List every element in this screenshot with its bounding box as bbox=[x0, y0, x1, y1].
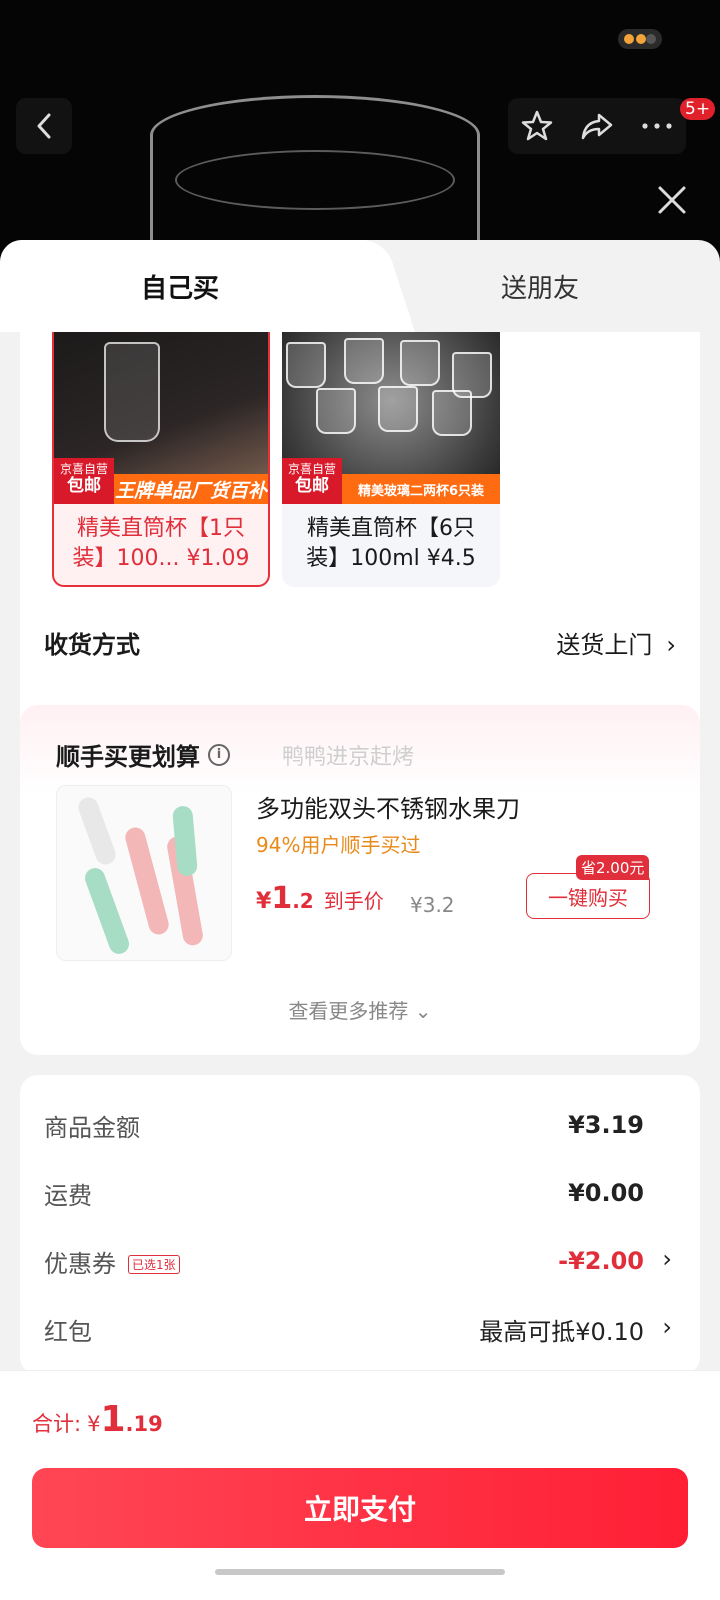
star-icon bbox=[522, 110, 553, 141]
coupon-row[interactable]: 优惠券 已选1张 -¥2.00 bbox=[44, 1241, 644, 1281]
variant-option-1[interactable]: 京喜自营 包邮 王牌单品厂货百补 精美直筒杯【1只装】100... ¥1.09 bbox=[52, 332, 270, 587]
buy-mode-tabs: 送朋友 自己买 bbox=[0, 240, 720, 332]
variant-option-2[interactable]: 京喜自营 包邮 精美玻璃二两杯6只装 精美直筒杯【6只装】100ml ¥4.5 bbox=[282, 332, 500, 587]
variant-title: 精美直筒杯【1只装】100... ¥1.09 bbox=[72, 516, 250, 571]
favorite-button[interactable] bbox=[520, 109, 554, 143]
addon-price: ¥1.2 到手价 bbox=[256, 881, 384, 916]
see-more-label: 查看更多推荐 bbox=[288, 999, 409, 1023]
tab-self-buy-label: 自己买 bbox=[140, 273, 219, 304]
shipping-value: ¥0.00 bbox=[568, 1179, 644, 1207]
back-button[interactable] bbox=[16, 98, 72, 154]
back-icon bbox=[37, 113, 51, 139]
addon-product-image[interactable] bbox=[56, 785, 232, 961]
coupon-label: 优惠券 bbox=[44, 1249, 116, 1278]
delivery-value-group: 送货上门 › bbox=[556, 625, 676, 660]
goods-amount-value: ¥3.19 bbox=[568, 1111, 644, 1139]
tab-gift-friend[interactable]: 送朋友 bbox=[360, 240, 720, 332]
delivery-value: 送货上门 bbox=[556, 630, 653, 659]
coupon-value: -¥2.00 bbox=[558, 1247, 644, 1275]
shipping-label: 运费 bbox=[44, 1181, 92, 1210]
status-indicator-icon bbox=[618, 29, 662, 49]
addon-title: 顺手买更划算 bbox=[56, 743, 200, 771]
glass-rim bbox=[175, 150, 455, 210]
save-badge: 省2.00元 bbox=[576, 855, 650, 880]
addon-card: 顺手买更划算 i 鸭鸭进京赶烤 多功能双头不锈钢水果刀 94%用户顺手买过 ¥1… bbox=[20, 705, 700, 1055]
variant-title: 精美直筒杯【6只装】100ml ¥4.5 bbox=[306, 516, 476, 571]
top-actions bbox=[508, 98, 686, 154]
close-icon[interactable] bbox=[655, 183, 689, 217]
promo-strip: 精美玻璃二两杯6只装 bbox=[342, 474, 500, 504]
variant-image: 京喜自营 包邮 精美玻璃二两杯6只装 bbox=[282, 332, 500, 504]
jd-tag: 京喜自营 包邮 bbox=[54, 458, 114, 504]
variant-image: 京喜自营 包邮 王牌单品厂货百补 bbox=[54, 332, 268, 504]
red-packet-row[interactable]: 红包 最高可抵¥0.10 bbox=[44, 1309, 644, 1349]
watermark: 鸭鸭进京赶烤 bbox=[282, 745, 415, 770]
chevron-right-icon: › bbox=[662, 1245, 672, 1273]
see-more-button[interactable]: 查看更多推荐 ⌄ bbox=[20, 995, 700, 1024]
delivery-label: 收货方式 bbox=[44, 630, 140, 659]
info-icon[interactable]: i bbox=[208, 743, 230, 766]
jd-tag: 京喜自营 包邮 bbox=[282, 458, 342, 504]
chevron-right-icon: › bbox=[666, 630, 676, 659]
coupon-label-group: 优惠券 已选1张 bbox=[44, 1244, 180, 1279]
more-button[interactable] bbox=[640, 121, 674, 131]
red-packet-value: 最高可抵¥0.10 bbox=[479, 1317, 644, 1346]
total-price: 合计: ¥1.19 bbox=[32, 1399, 163, 1440]
pay-now-button[interactable]: 立即支付 bbox=[32, 1468, 688, 1548]
chevron-right-icon: › bbox=[662, 1313, 672, 1341]
promo-strip: 王牌单品厂货百补 bbox=[114, 474, 268, 504]
price-summary-card: 商品金额 ¥3.19 运费 ¥0.00 优惠券 已选1张 -¥2.00 › 红包 … bbox=[20, 1075, 700, 1375]
addon-title-row: 顺手买更划算 i bbox=[56, 737, 230, 772]
message-badge: 5+ bbox=[680, 98, 716, 120]
share-button[interactable] bbox=[579, 109, 615, 143]
glass-thumbnail bbox=[104, 342, 160, 442]
tab-self-buy[interactable]: 自己买 bbox=[0, 240, 360, 332]
addon-original-price: ¥3.2 bbox=[410, 893, 455, 917]
coupon-selected-tag: 已选1张 bbox=[128, 1255, 180, 1274]
delivery-method-row[interactable]: 收货方式 送货上门 › bbox=[44, 612, 676, 672]
goods-amount-label: 商品金额 bbox=[44, 1113, 140, 1142]
more-icon bbox=[642, 123, 672, 129]
share-icon bbox=[581, 113, 613, 140]
home-indicator[interactable] bbox=[215, 1569, 505, 1575]
variant-list: 京喜自营 包邮 王牌单品厂货百补 精美直筒杯【1只装】100... ¥1.09 京… bbox=[52, 332, 500, 587]
bottom-pay-bar: 合计: ¥1.19 立即支付 bbox=[0, 1370, 720, 1600]
addon-product-name: 多功能双头不锈钢水果刀 bbox=[256, 795, 520, 823]
shipping-row: 运费 ¥0.00 bbox=[44, 1173, 644, 1213]
addon-social-proof: 94%用户顺手买过 bbox=[256, 833, 421, 857]
goods-amount-row: 商品金额 ¥3.19 bbox=[44, 1105, 644, 1145]
red-packet-label: 红包 bbox=[44, 1317, 92, 1346]
chevron-down-icon: ⌄ bbox=[414, 999, 432, 1023]
